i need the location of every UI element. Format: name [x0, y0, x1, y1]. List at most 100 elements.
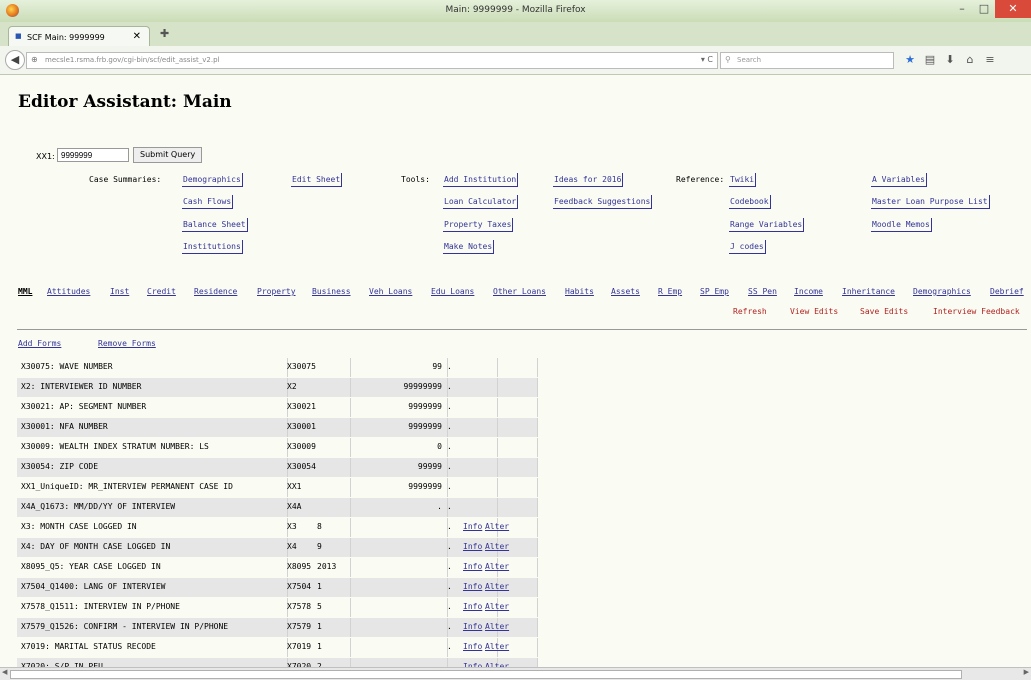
variable-number: .	[437, 502, 442, 511]
section-tab-attitudes[interactable]: Attitudes	[46, 285, 91, 298]
case-summary-cash-flows[interactable]: Cash Flows	[182, 195, 234, 209]
column-divider	[497, 378, 498, 397]
maximize-button[interactable]: □	[973, 0, 995, 18]
new-tab-icon[interactable]: ✚	[160, 27, 169, 40]
case-summary-institutions[interactable]: Institutions	[182, 240, 243, 254]
info-link[interactable]: Info	[463, 542, 482, 551]
column-divider	[537, 618, 538, 637]
add-forms-link[interactable]: Add Forms	[17, 337, 62, 350]
tool-feedback-suggestions[interactable]: Feedback Suggestions	[553, 195, 653, 209]
alter-link[interactable]: Alter	[485, 582, 509, 591]
table-row: X7579_Q1526: CONFIRM - INTERVIEW IN P/PH…	[17, 618, 538, 637]
section-tab-ss-pen[interactable]: SS_Pen	[747, 285, 778, 298]
close-window-button[interactable]: ✕	[995, 0, 1031, 18]
tab-close-icon[interactable]: ✕	[133, 31, 141, 42]
column-divider	[497, 358, 498, 377]
section-tab-edu-loans[interactable]: Edu_Loans	[430, 285, 475, 298]
reference-a-variables[interactable]: A Variables	[871, 173, 927, 187]
refresh-link[interactable]: Refresh	[732, 305, 768, 318]
section-tab-habits[interactable]: Habits	[564, 285, 595, 298]
alter-link[interactable]: Alter	[485, 622, 509, 631]
column-divider	[497, 458, 498, 477]
search-input[interactable]: ⚲ Search	[720, 52, 894, 69]
back-arrow-icon[interactable]: ◀	[5, 50, 25, 70]
alter-link[interactable]: Alter	[485, 522, 509, 531]
reference-twiki[interactable]: Twiki	[729, 173, 757, 187]
info-link[interactable]: Info	[463, 562, 482, 571]
variable-value: 1	[317, 622, 322, 631]
alter-link[interactable]: Alter	[485, 562, 509, 571]
reference-master-loan-purpose-list[interactable]: Master Loan Purpose List	[871, 195, 990, 209]
variable-code: X7578	[287, 602, 312, 611]
remove-forms-link[interactable]: Remove Forms	[97, 337, 157, 350]
download-icon[interactable]: ⬇	[940, 53, 960, 66]
variable-number: 99999	[417, 462, 442, 471]
save-edits-link[interactable]: Save Edits	[859, 305, 909, 318]
tool-make-notes[interactable]: Make Notes	[443, 240, 495, 254]
section-tab-r-emp[interactable]: R_Emp	[657, 285, 683, 298]
section-tab-inheritance[interactable]: Inheritance	[841, 285, 896, 298]
info-link[interactable]: Info	[463, 622, 482, 631]
xx1-label: XX1:	[36, 152, 55, 161]
case-summary-demographics[interactable]: Demographics	[182, 173, 243, 187]
minimize-button[interactable]: –	[951, 0, 973, 18]
table-row: X30075: WAVE NUMBER X30075 99.	[17, 358, 538, 377]
info-link[interactable]: Info	[463, 522, 482, 531]
table-row: X30009: WEALTH INDEX STRATUM NUMBER: LS X…	[17, 438, 538, 457]
case-summary-balance-sheet[interactable]: Balance Sheet	[182, 218, 248, 232]
edit-sheet-link[interactable]: Edit Sheet	[291, 173, 343, 187]
alter-link[interactable]: Alter	[485, 542, 509, 551]
url-bar[interactable]: ⊕ mecsle1.rsma.frb.gov/cgi-bin/scf/edit_…	[26, 52, 718, 69]
variable-code: X30075	[287, 362, 316, 371]
section-tab-veh-loans[interactable]: Veh_Loans	[368, 285, 413, 298]
tool-add-institution[interactable]: Add Institution	[443, 173, 519, 187]
section-tab-demographics[interactable]: Demographics	[912, 285, 972, 298]
scrollbar-thumb[interactable]	[10, 670, 962, 679]
section-tab-credit[interactable]: Credit	[146, 285, 177, 298]
section-tab-other-loans[interactable]: Other_Loans	[492, 285, 547, 298]
site-identity-icon[interactable]: ⊕	[31, 55, 38, 64]
scroll-left-arrow-icon[interactable]: ◀	[2, 668, 7, 676]
reference-range-variables[interactable]: Range Variables	[729, 218, 805, 232]
window-title: Main: 9999999 - Mozilla Firefox	[445, 5, 586, 15]
tool-loan-calculator[interactable]: Loan Calculator	[443, 195, 519, 209]
section-tab-inst[interactable]: Inst	[109, 285, 130, 298]
scroll-right-arrow-icon[interactable]: ▶	[1024, 668, 1029, 676]
reference-codebook[interactable]: Codebook	[729, 195, 771, 209]
table-row: XX1_UniqueID: MR_INTERVIEW PERMANENT CAS…	[17, 478, 538, 497]
browser-tab[interactable]: ■ SCF Main: 9999999 ✕	[8, 26, 150, 47]
bookmark-star-icon[interactable]: ★	[900, 53, 920, 66]
reference-j-codes[interactable]: J codes	[729, 240, 766, 254]
alter-link[interactable]: Alter	[485, 642, 509, 651]
reload-icon[interactable]: ▾ C	[701, 55, 713, 64]
section-tab-assets[interactable]: Assets	[610, 285, 641, 298]
menu-icon[interactable]: ≡	[980, 53, 1000, 66]
column-divider	[350, 458, 351, 477]
info-link[interactable]: Info	[463, 642, 482, 651]
table-row: X2: INTERVIEWER ID NUMBER X2 99999999.	[17, 378, 538, 397]
bookmarks-icon[interactable]: ▤	[920, 53, 940, 66]
section-tab-income[interactable]: Income	[793, 285, 824, 298]
section-tab-residence[interactable]: Residence	[193, 285, 238, 298]
column-divider	[350, 358, 351, 377]
tool-ideas-for-2016[interactable]: Ideas for 2016	[553, 173, 624, 187]
section-tab-mml[interactable]: MML	[17, 285, 33, 298]
reference-moodle-memos[interactable]: Moodle Memos	[871, 218, 932, 232]
section-tab-business[interactable]: Business	[311, 285, 352, 298]
column-divider	[350, 618, 351, 637]
section-tab-sp-emp[interactable]: SP_Emp	[699, 285, 730, 298]
xx1-input[interactable]	[57, 148, 129, 162]
missing-dot: .	[447, 442, 452, 451]
alter-link[interactable]: Alter	[485, 602, 509, 611]
tool-property-taxes[interactable]: Property Taxes	[443, 218, 514, 232]
info-link[interactable]: Info	[463, 582, 482, 591]
submit-query-button[interactable]: Submit Query	[133, 147, 203, 163]
section-tab-debrief[interactable]: Debrief	[989, 285, 1025, 298]
home-icon[interactable]: ⌂	[960, 53, 980, 66]
section-tab-property[interactable]: Property	[256, 285, 297, 298]
horizontal-scrollbar[interactable]: ◀ ▶	[0, 667, 1031, 680]
view-edits-link[interactable]: View Edits	[789, 305, 839, 318]
info-link[interactable]: Info	[463, 602, 482, 611]
search-icon: ⚲	[725, 55, 731, 64]
interview-feedback-link[interactable]: Interview Feedback	[932, 305, 1021, 318]
